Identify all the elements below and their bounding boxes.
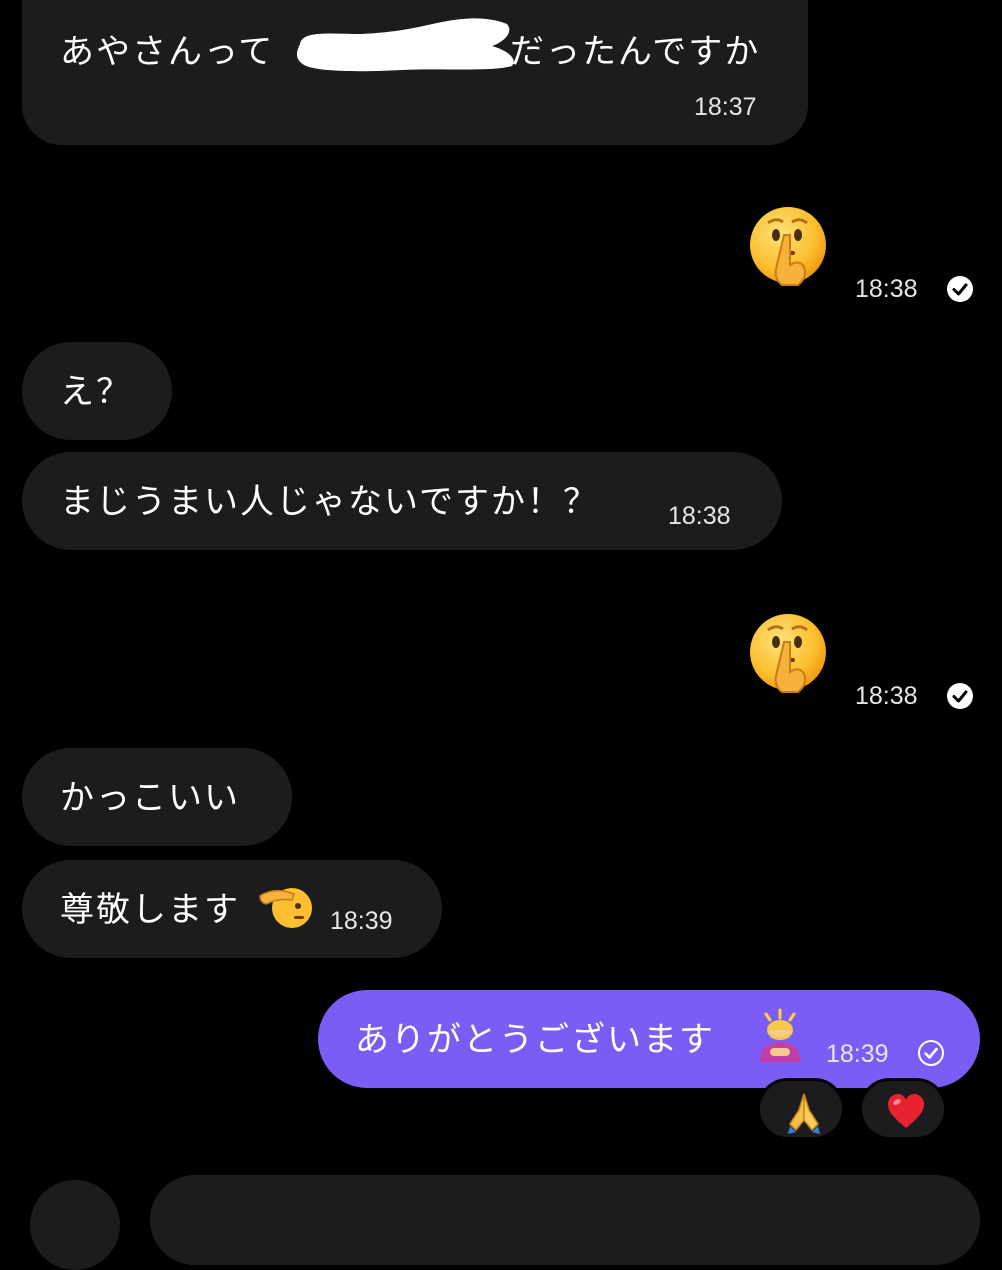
read-check-icon — [918, 1040, 944, 1066]
message-text: 尊敬します — [60, 890, 240, 930]
person-bowing-icon — [760, 1008, 800, 1062]
redaction-scribble — [296, 18, 514, 72]
message-text: え？ — [60, 372, 132, 412]
message-timestamp: 18:38 — [668, 502, 731, 530]
message-timestamp: 18:39 — [826, 1040, 889, 1068]
message-timestamp: 18:39 — [330, 907, 393, 935]
message-timestamp: 18:37 — [694, 93, 757, 121]
message-timestamp: 18:38 — [855, 682, 918, 710]
read-check-icon — [947, 276, 973, 302]
message-text-part1: あやさんって — [60, 32, 275, 72]
message-text-part2: だったんですか — [510, 32, 761, 72]
message-text: まじうまい人じゃないですか！？ — [60, 482, 599, 522]
message-text: ありがとうございます — [355, 1020, 715, 1060]
message-timestamp: 18:38 — [855, 275, 918, 303]
red-heart-icon — [888, 1094, 924, 1128]
reaction-red-heart[interactable] — [859, 1078, 947, 1140]
shushing-face-icon — [750, 207, 826, 286]
read-check-icon — [947, 683, 973, 709]
message-text: かっこいい — [60, 778, 240, 818]
saluting-face-icon — [259, 888, 312, 928]
folded-hands-icon — [788, 1093, 820, 1134]
bottom-left-button-edge[interactable] — [30, 1180, 120, 1270]
message-input-edge[interactable] — [150, 1175, 980, 1265]
shushing-face-icon — [750, 614, 826, 693]
reaction-folded-hands[interactable] — [757, 1078, 845, 1140]
